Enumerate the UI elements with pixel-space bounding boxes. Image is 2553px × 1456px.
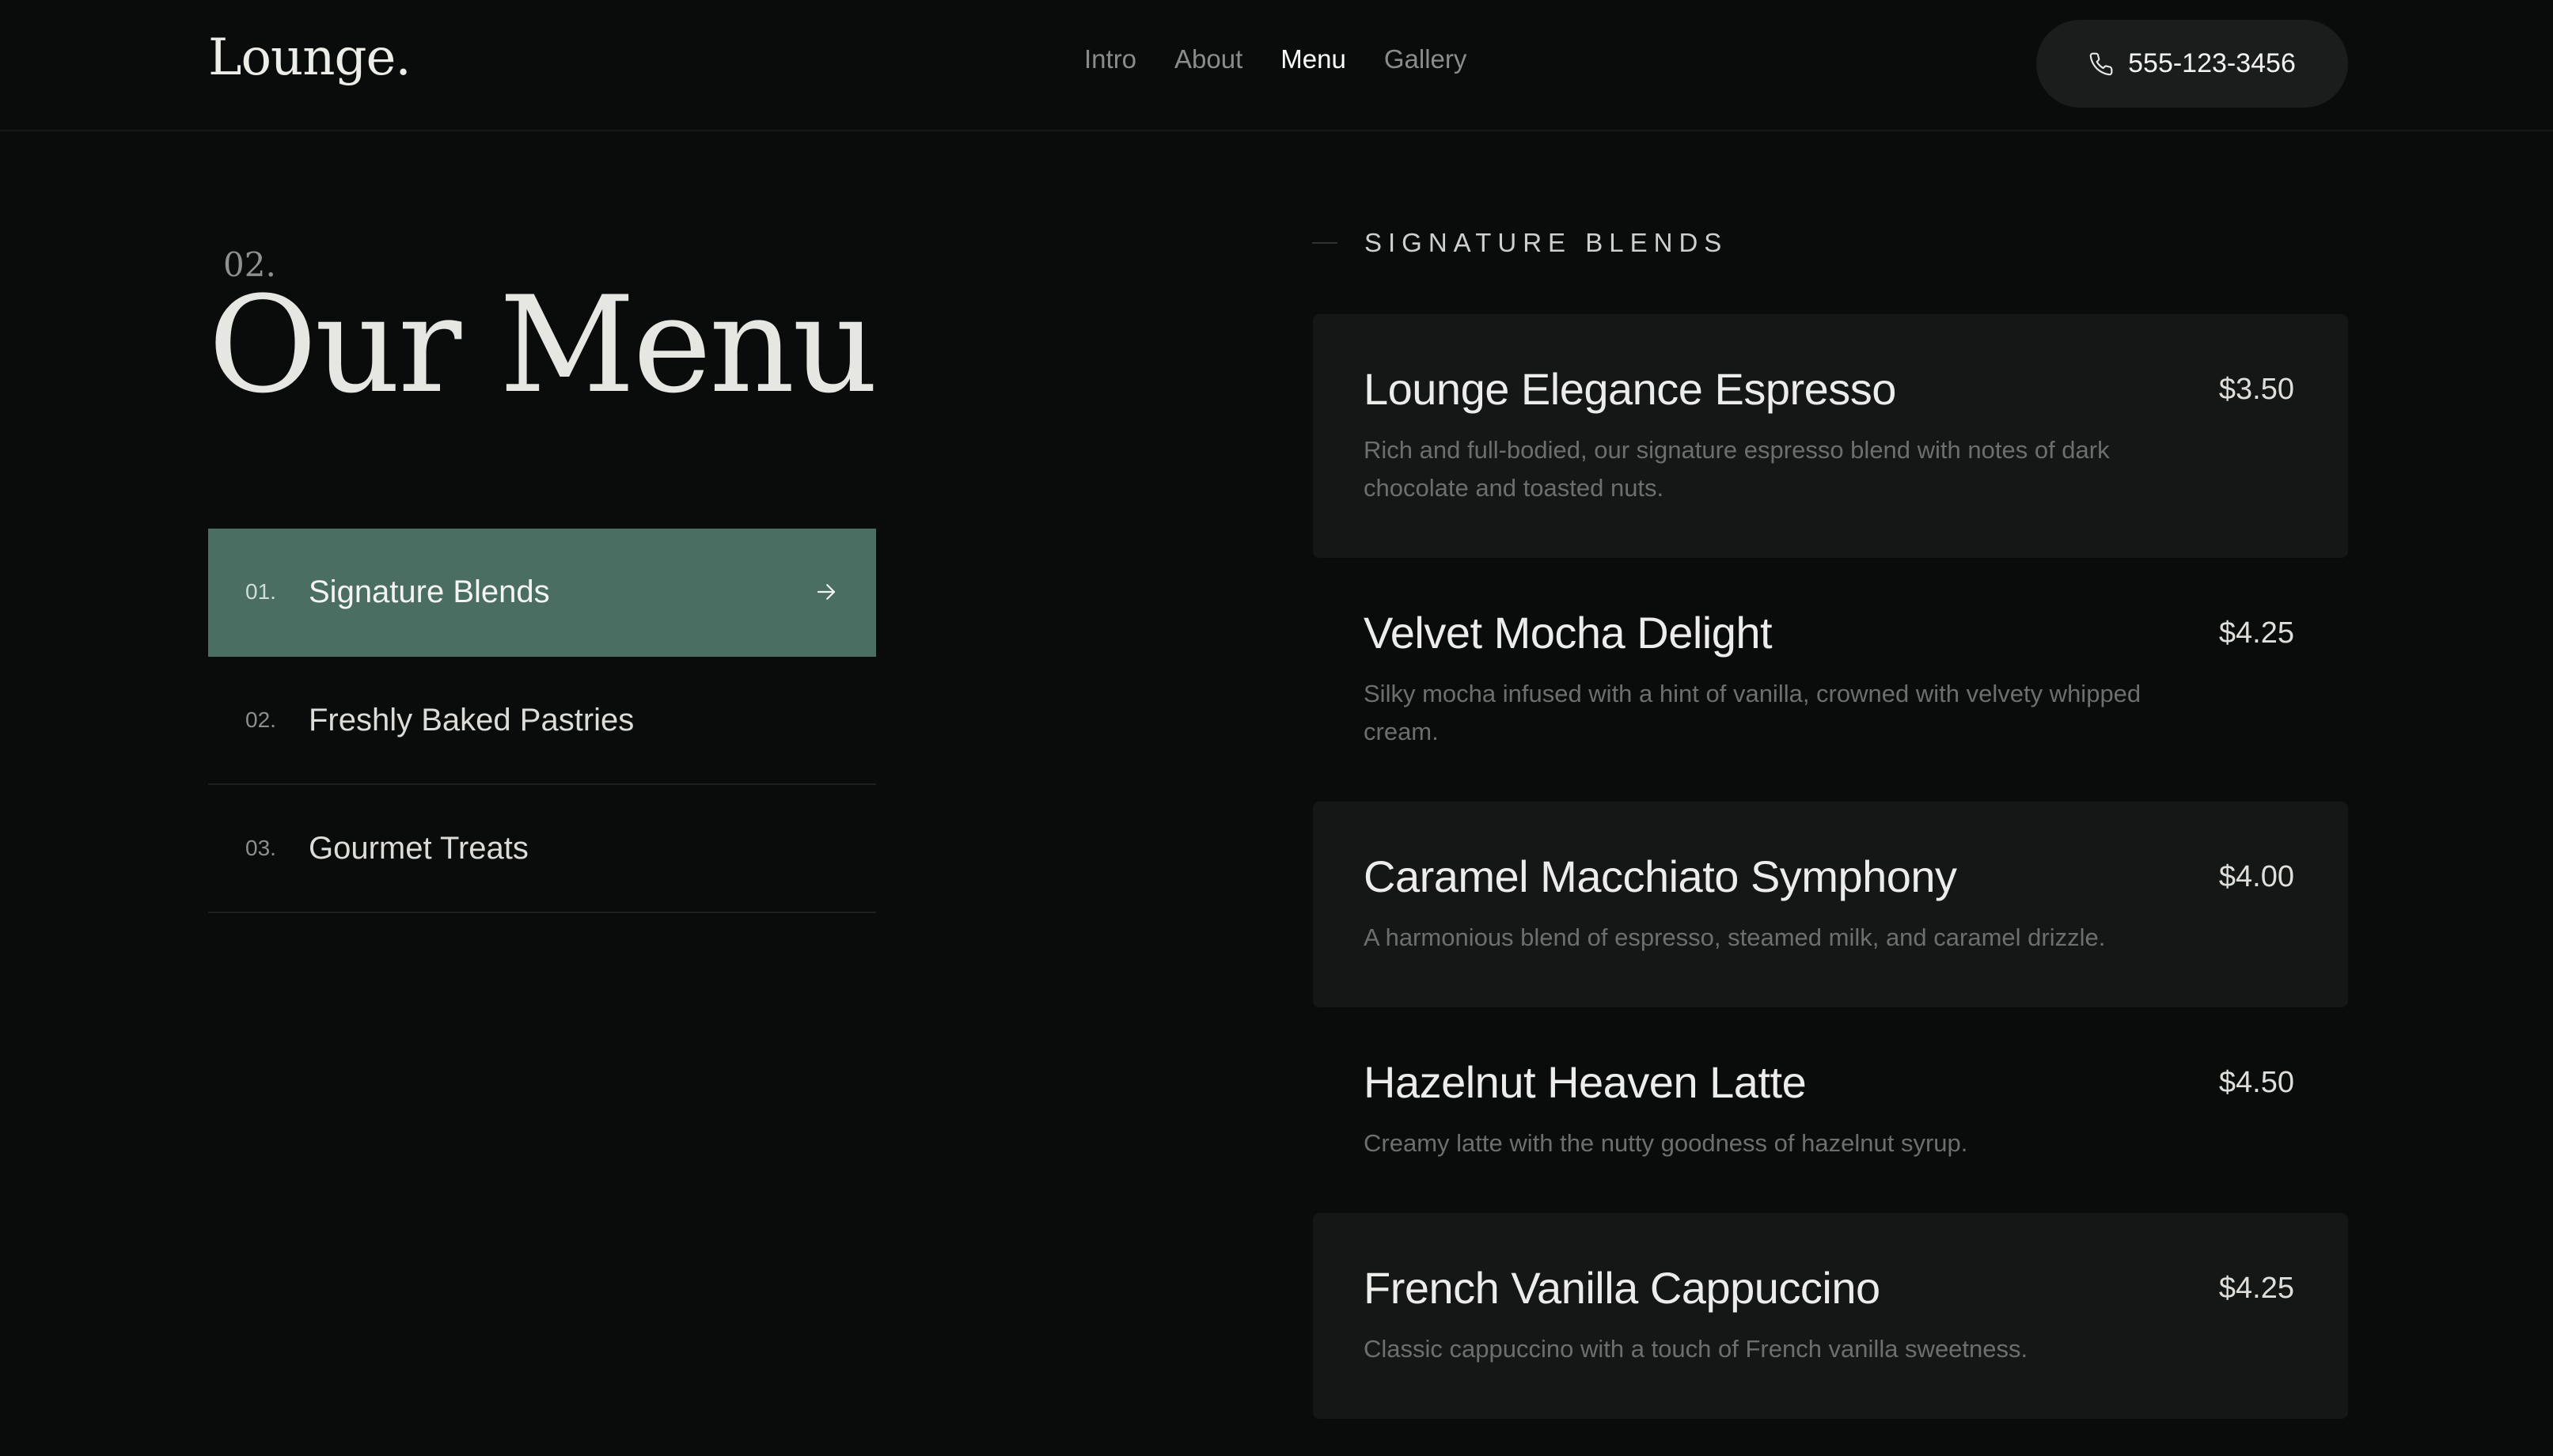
main-nav: Intro About Menu Gallery: [1084, 44, 1466, 74]
nav-intro[interactable]: Intro: [1084, 44, 1136, 74]
item-price: $4.00: [2218, 860, 2294, 893]
nav-about[interactable]: About: [1174, 44, 1242, 74]
category-list: 01. Signature Blends 02. Freshly Baked P…: [208, 529, 876, 913]
phone-button[interactable]: 555-123-3456: [2036, 20, 2348, 108]
menu-item: Velvet Mocha Delight $4.25 Silky mocha i…: [1313, 558, 2348, 802]
nav-gallery[interactable]: Gallery: [1384, 44, 1467, 74]
category-freshly-baked-pastries[interactable]: 02. Freshly Baked Pastries: [208, 657, 876, 785]
menu-item: French Vanilla Cappuccino $4.25 Classic …: [1313, 1213, 2348, 1419]
category-label: Signature Blends: [309, 574, 550, 609]
category-number: 01.: [245, 579, 276, 604]
category-label: Gourmet Treats: [309, 830, 529, 866]
item-price: $4.25: [2218, 616, 2294, 650]
item-price: $4.25: [2218, 1272, 2294, 1305]
menu-item: Hazelnut Heaven Latte $4.50 Creamy latte…: [1313, 1007, 2348, 1213]
item-description: A harmonious blend of espresso, steamed …: [1364, 923, 2106, 951]
item-price: $4.50: [2218, 1066, 2294, 1099]
phone-number: 555-123-3456: [2128, 48, 2296, 78]
arrow-right-icon: [817, 584, 836, 600]
item-name: Velvet Mocha Delight: [1364, 608, 1773, 658]
menu-item: Caramel Macchiato Symphony $4.00 A harmo…: [1313, 802, 2348, 1007]
item-name: Caramel Macchiato Symphony: [1364, 851, 1957, 901]
category-gourmet-treats[interactable]: 03. Gourmet Treats: [208, 785, 876, 913]
menu-items: Lounge Elegance Espresso $3.50 Rich and …: [1313, 314, 2348, 1419]
category-label: Freshly Baked Pastries: [309, 702, 635, 737]
page-title: Our Menu: [208, 267, 878, 423]
category-number: 02.: [245, 707, 276, 732]
item-description: Rich and full-bodied, our signature espr…: [1364, 436, 2110, 502]
item-name: Lounge Elegance Espresso: [1364, 364, 1896, 414]
item-price: $3.50: [2218, 373, 2294, 406]
category-signature-blends[interactable]: 01. Signature Blends: [208, 529, 876, 657]
heading-divider: [1312, 242, 1337, 244]
item-name: Hazelnut Heaven Latte: [1364, 1057, 1807, 1107]
item-name: French Vanilla Cappuccino: [1364, 1263, 1880, 1313]
menu-section-title: SIGNATURE BLENDS: [1364, 228, 1728, 257]
menu-item: Lounge Elegance Espresso $3.50 Rich and …: [1313, 314, 2348, 558]
menu-section-heading: SIGNATURE BLENDS: [1312, 228, 1728, 258]
phone-icon: [2089, 52, 2113, 75]
site-header: Lounge. Intro About Menu Gallery 555-123…: [0, 0, 2553, 131]
category-number: 03.: [245, 836, 276, 860]
logo[interactable]: Lounge.: [208, 28, 412, 87]
item-description: Classic cappuccino with a touch of Frenc…: [1364, 1335, 2028, 1363]
nav-menu[interactable]: Menu: [1280, 44, 1346, 74]
item-description: Silky mocha infused with a hint of vanil…: [1364, 680, 2141, 745]
item-description: Creamy latte with the nutty goodness of …: [1364, 1129, 1968, 1157]
